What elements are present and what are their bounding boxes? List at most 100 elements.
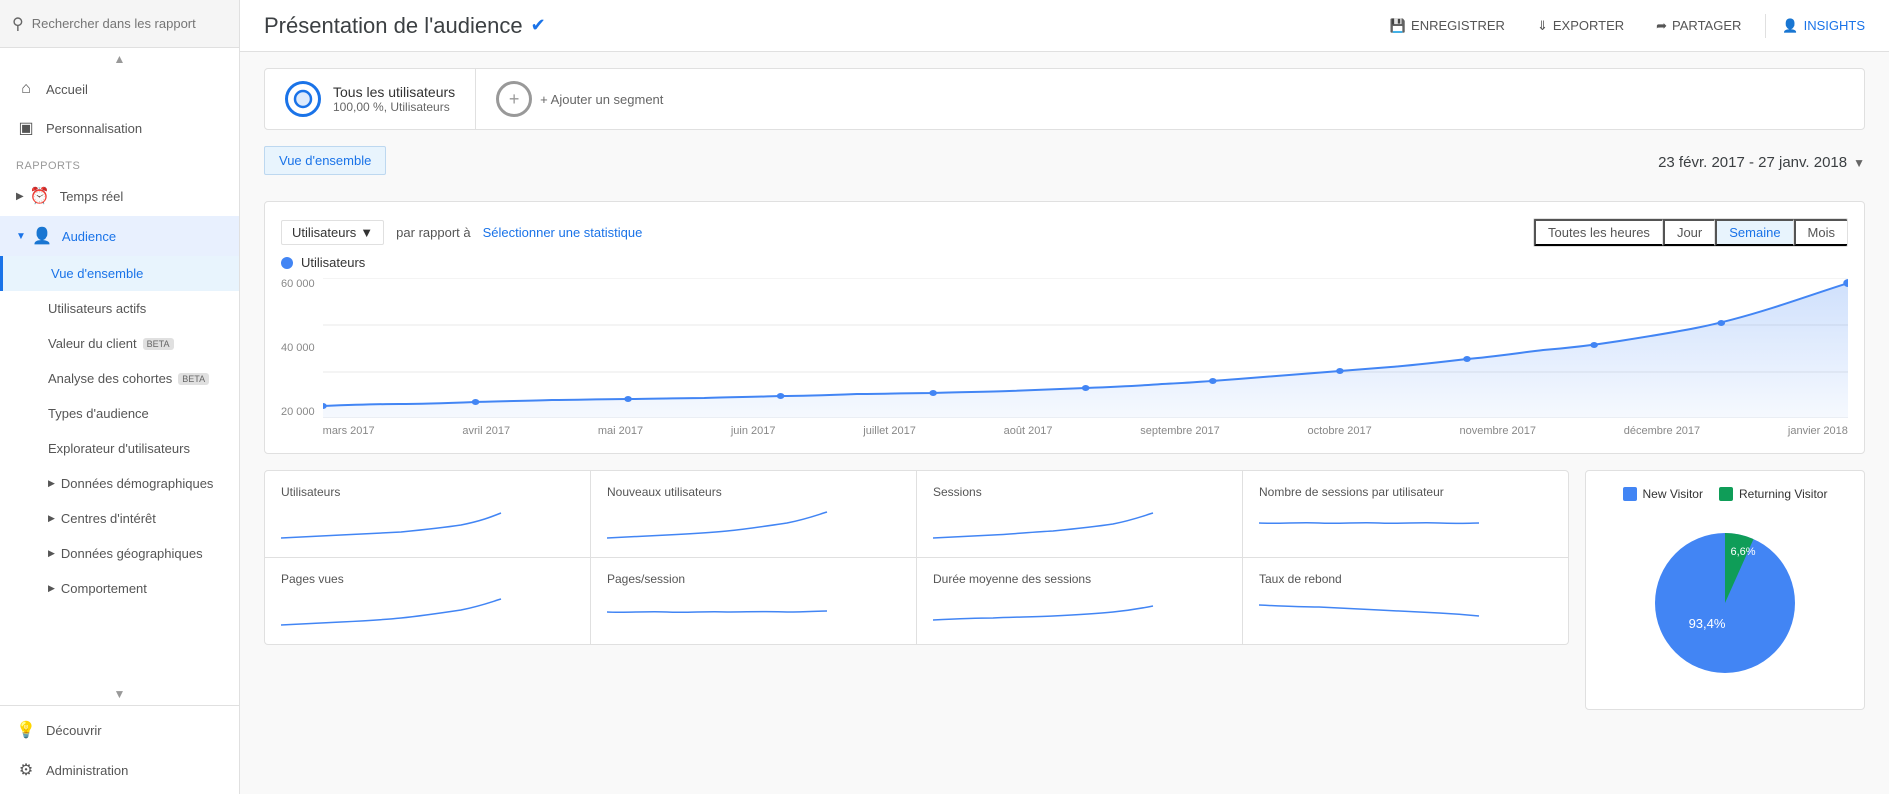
insights-icon: 👤 xyxy=(1782,18,1798,34)
stat-nouveaux-utilisateurs: Nouveaux utilisateurs xyxy=(591,471,916,557)
stat-label: Durée moyenne des sessions xyxy=(933,572,1226,586)
time-btn-toutes-heures[interactable]: Toutes les heures xyxy=(1534,219,1663,246)
sidebar-item-analyse-cohortes[interactable]: Analyse des cohortes BETA xyxy=(0,361,239,396)
segment-info: Tous les utilisateurs 100,00 %, Utilisat… xyxy=(333,84,455,114)
tab-bar: Vue d'ensemble xyxy=(264,146,386,175)
divider xyxy=(1765,14,1766,38)
legend-label-utilisateurs: Utilisateurs xyxy=(301,255,365,270)
sidebar-item-donnees-geo[interactable]: ▶ Données géographiques xyxy=(0,536,239,571)
sparkline-sessions xyxy=(933,503,1226,543)
stat-label: Nombre de sessions par utilisateur xyxy=(1259,485,1552,499)
lightbulb-icon: 💡 xyxy=(16,720,36,740)
sidebar-bottom: 💡 Découvrir ⚙ Administration xyxy=(0,705,239,794)
partager-button[interactable]: ➦ PARTAGER xyxy=(1648,14,1749,38)
chevron-right-icon: ▶ xyxy=(16,191,24,202)
main-content: Présentation de l'audience ✔ 💾 ENREGISTR… xyxy=(240,0,1889,794)
partager-label: PARTAGER xyxy=(1672,18,1741,33)
chevron-right-icon: ▶ xyxy=(48,583,55,594)
scroll-up-arrow[interactable]: ▲ xyxy=(0,48,239,70)
sidebar-item-explorateur[interactable]: Explorateur d'utilisateurs xyxy=(0,431,239,466)
chart-controls: Utilisateurs ▼ par rapport à Sélectionne… xyxy=(281,218,1848,247)
par-rapport-label: par rapport à xyxy=(396,225,470,240)
sidebar-item-administration[interactable]: ⚙ Administration xyxy=(0,750,239,790)
exporter-button[interactable]: ⇓ EXPORTER xyxy=(1529,14,1632,38)
time-btn-semaine[interactable]: Semaine xyxy=(1715,219,1793,246)
stat-label: Utilisateurs xyxy=(281,485,574,499)
sidebar-item-label: Audience xyxy=(62,229,116,244)
chevron-down-icon: ▼ xyxy=(16,231,26,242)
insights-button[interactable]: 👤 INSIGHTS xyxy=(1782,18,1865,34)
legend-new-visitor: New Visitor xyxy=(1623,487,1703,501)
scroll-down-arrow[interactable]: ▼ xyxy=(0,683,239,705)
sparkline-utilisateurs xyxy=(281,503,574,543)
stat-sessions: Sessions xyxy=(917,471,1242,557)
stat-pages-vues: Pages vues xyxy=(265,558,590,644)
time-btn-jour[interactable]: Jour xyxy=(1663,219,1715,246)
sidebar-search-area[interactable]: ⚲ xyxy=(0,0,239,48)
exporter-label: EXPORTER xyxy=(1553,18,1624,33)
sidebar-item-label: Analyse des cohortes xyxy=(48,371,172,386)
sidebar-item-label: Explorateur d'utilisateurs xyxy=(48,441,190,456)
sidebar-item-accueil[interactable]: ⌂ Accueil xyxy=(0,70,239,108)
sparkline-duree xyxy=(933,590,1226,630)
chevron-right-icon: ▶ xyxy=(48,513,55,524)
sidebar-item-personnalisation[interactable]: ▣ Personnalisation xyxy=(0,108,239,148)
sidebar-item-audience[interactable]: ▼ 👤 Audience xyxy=(0,216,239,256)
sidebar-item-vue-densemble[interactable]: Vue d'ensemble xyxy=(0,256,239,291)
sidebar-item-label: Types d'audience xyxy=(48,406,149,421)
metric-dropdown[interactable]: Utilisateurs ▼ xyxy=(281,220,384,245)
select-stat-link[interactable]: Sélectionner une statistique xyxy=(483,225,643,240)
sidebar-item-label: Comportement xyxy=(61,581,147,596)
enregistrer-button[interactable]: 💾 ENREGISTRER xyxy=(1382,14,1513,38)
legend-returning-visitor: Returning Visitor xyxy=(1719,487,1828,501)
stat-label: Nouveaux utilisateurs xyxy=(607,485,900,499)
stat-label: Sessions xyxy=(933,485,1226,499)
segment-circle-blue xyxy=(285,81,321,117)
segment-tous-utilisateurs[interactable]: Tous les utilisateurs 100,00 %, Utilisat… xyxy=(265,69,476,129)
sidebar-item-utilisateurs-actifs[interactable]: Utilisateurs actifs xyxy=(0,291,239,326)
sidebar-item-types-audience[interactable]: Types d'audience xyxy=(0,396,239,431)
sidebar-item-label: Découvrir xyxy=(46,723,102,738)
grid-icon: ▣ xyxy=(16,118,36,138)
sidebar-item-valeur-client[interactable]: Valeur du client BETA xyxy=(0,326,239,361)
rapports-section-label: RAPPORTS xyxy=(0,148,239,176)
chart-y-axis: 60 000 40 000 20 000 xyxy=(281,278,323,418)
stats-area: Utilisateurs Nouveaux utilisateurs Sessi… xyxy=(264,470,1569,710)
sidebar-item-temps-reel[interactable]: ▶ ⏰ Temps réel xyxy=(0,176,239,216)
sparkline-pages-vues xyxy=(281,590,574,630)
x-label-avril: avril 2017 xyxy=(462,425,510,437)
search-input[interactable] xyxy=(32,16,227,31)
sidebar-item-label: Centres d'intérêt xyxy=(61,511,156,526)
main-chart-svg xyxy=(323,278,1848,418)
share-icon: ➦ xyxy=(1656,18,1667,34)
segment-bar: Tous les utilisateurs 100,00 %, Utilisat… xyxy=(264,68,1865,130)
page-title: Présentation de l'audience xyxy=(264,13,523,39)
verified-icon: ✔ xyxy=(531,15,546,36)
date-dropdown-arrow[interactable]: ▼ xyxy=(1853,156,1865,170)
sidebar-item-label: Accueil xyxy=(46,82,88,97)
segment-name: Tous les utilisateurs xyxy=(333,84,455,100)
sidebar-item-label: Vue d'ensemble xyxy=(51,266,143,281)
stat-label: Pages vues xyxy=(281,572,574,586)
enregistrer-label: ENREGISTRER xyxy=(1411,18,1505,33)
time-btn-mois[interactable]: Mois xyxy=(1794,219,1847,246)
stats-grid: Utilisateurs Nouveaux utilisateurs Sessi… xyxy=(264,470,1569,645)
sidebar-nav: ⌂ Accueil ▣ Personnalisation RAPPORTS ▶ … xyxy=(0,70,239,683)
add-segment-button[interactable]: + + Ajouter un segment xyxy=(476,69,1864,129)
segment-pct: 100,00 %, Utilisateurs xyxy=(333,100,455,114)
tab-vue-ensemble[interactable]: Vue d'ensemble xyxy=(264,146,386,175)
sidebar-item-donnees-demo[interactable]: ▶ Données démographiques xyxy=(0,466,239,501)
beta-badge: BETA xyxy=(178,373,209,385)
x-label-septembre: septembre 2017 xyxy=(1140,425,1220,437)
sidebar-item-centres-interet[interactable]: ▶ Centres d'intérêt xyxy=(0,501,239,536)
legend-dot-utilisateurs xyxy=(281,257,293,269)
sidebar-item-decouvrir[interactable]: 💡 Découvrir xyxy=(0,710,239,750)
stat-sessions-par-utilisateur: Nombre de sessions par utilisateur xyxy=(1243,471,1568,557)
sidebar-item-label: Valeur du client xyxy=(48,336,137,351)
plus-icon: + xyxy=(509,89,520,110)
date-range-bar[interactable]: 23 févr. 2017 - 27 janv. 2018 ▼ xyxy=(1658,154,1865,171)
sparkline-nouveaux xyxy=(607,503,900,543)
sidebar-item-comportement[interactable]: ▶ Comportement xyxy=(0,571,239,606)
x-label-juin: juin 2017 xyxy=(731,425,776,437)
stat-label: Pages/session xyxy=(607,572,900,586)
